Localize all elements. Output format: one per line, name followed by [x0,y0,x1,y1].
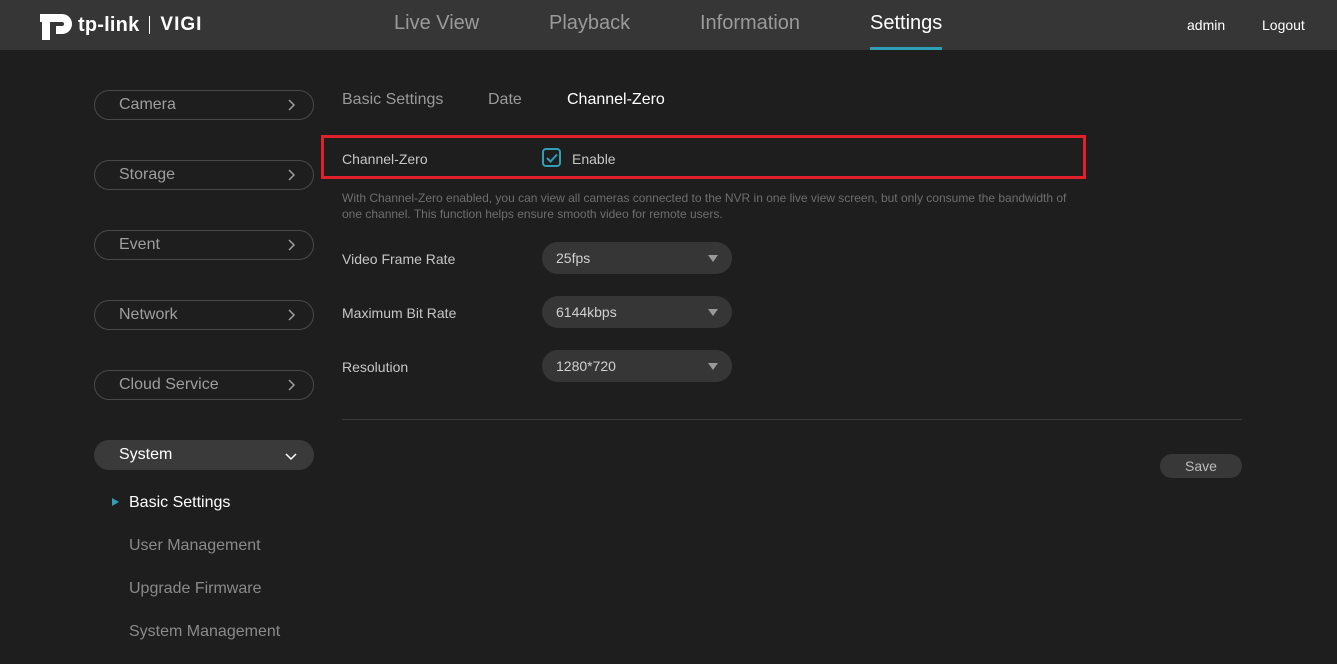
nav-tab-settings[interactable]: Settings [870,12,943,50]
sidebar-item-system[interactable]: System [94,440,314,470]
chevron-right-icon [288,379,296,391]
logo-product: VIGI [160,14,203,35]
sidebar-subitem-user-management[interactable]: User Management [129,537,261,555]
chevron-down-icon [285,453,297,461]
nav-tab-playback[interactable]: Playback [549,12,630,50]
sidebar-item-label: Event [119,236,160,253]
sidebar-item-camera[interactable]: Camera [94,90,314,120]
save-button[interactable]: Save [1160,454,1242,478]
nav-tab-label: Information [700,12,801,34]
caret-down-icon [708,255,718,262]
sidebar-item-label: Storage [119,166,176,183]
logout-link[interactable]: Logout [1262,17,1305,33]
user-name-link[interactable]: admin [1187,17,1225,33]
logo-text: tp-link [78,13,140,36]
select-value: 1280*720 [556,358,616,374]
highlight-box [321,135,1086,179]
resolution-select[interactable]: 1280*720 [542,350,732,382]
sidebar-item-label: Camera [119,96,176,113]
checkmark-icon [546,153,558,163]
video-frame-rate-label: Video Frame Rate [342,251,456,267]
active-item-arrow-icon [112,498,119,506]
sidebar-item-cloud-service[interactable]: Cloud Service [94,370,314,400]
sidebar-item-label: Cloud Service [119,376,219,393]
enable-label: Enable [572,151,616,167]
chevron-right-icon [288,99,296,111]
sidebar-item-event[interactable]: Event [94,230,314,260]
sidebar-subitem-system-management[interactable]: System Management [129,623,280,641]
nav-tab-label: Live View [394,12,480,34]
nav-tab-label: Settings [870,12,943,34]
maximum-bit-rate-label: Maximum Bit Rate [342,305,457,321]
sidebar-subitem-upgrade-firmware[interactable]: Upgrade Firmware [129,580,261,598]
logo-separator [149,16,151,34]
tab-channel-zero[interactable]: Channel-Zero [567,91,665,109]
chevron-right-icon [288,309,296,321]
sidebar-subitem-basic-settings[interactable]: Basic Settings [129,494,230,512]
logo[interactable]: tp-link VIGI [38,8,202,42]
caret-down-icon [708,309,718,316]
nav-tab-information[interactable]: Information [700,12,800,50]
chevron-right-icon [288,169,296,181]
resolution-label: Resolution [342,359,409,375]
active-tab-indicator [870,47,943,50]
sidebar-item-label: System [119,446,173,463]
tab-date[interactable]: Date [488,91,522,109]
video-frame-rate-select[interactable]: 25fps [542,242,732,274]
tab-basic-settings[interactable]: Basic Settings [342,91,443,109]
channel-zero-description: With Channel-Zero enabled, you can view … [342,191,1067,221]
maximum-bit-rate-select[interactable]: 6144kbps [542,296,732,328]
channel-zero-enable-checkbox[interactable] [542,148,561,167]
sidebar-item-label: Network [119,306,178,323]
tp-link-logo-icon [40,14,72,40]
select-value: 6144kbps [556,304,617,320]
caret-down-icon [708,363,718,370]
chevron-right-icon [288,239,296,251]
nav-tab-label: Playback [549,12,631,34]
sidebar-item-storage[interactable]: Storage [94,160,314,190]
divider [342,419,1242,420]
sidebar-item-network[interactable]: Network [94,300,314,330]
top-bar: tp-link VIGI Live View Playback Informat… [0,0,1337,50]
select-value: 25fps [556,250,591,266]
nav-tab-live-view[interactable]: Live View [394,12,479,50]
channel-zero-label: Channel-Zero [342,151,428,167]
